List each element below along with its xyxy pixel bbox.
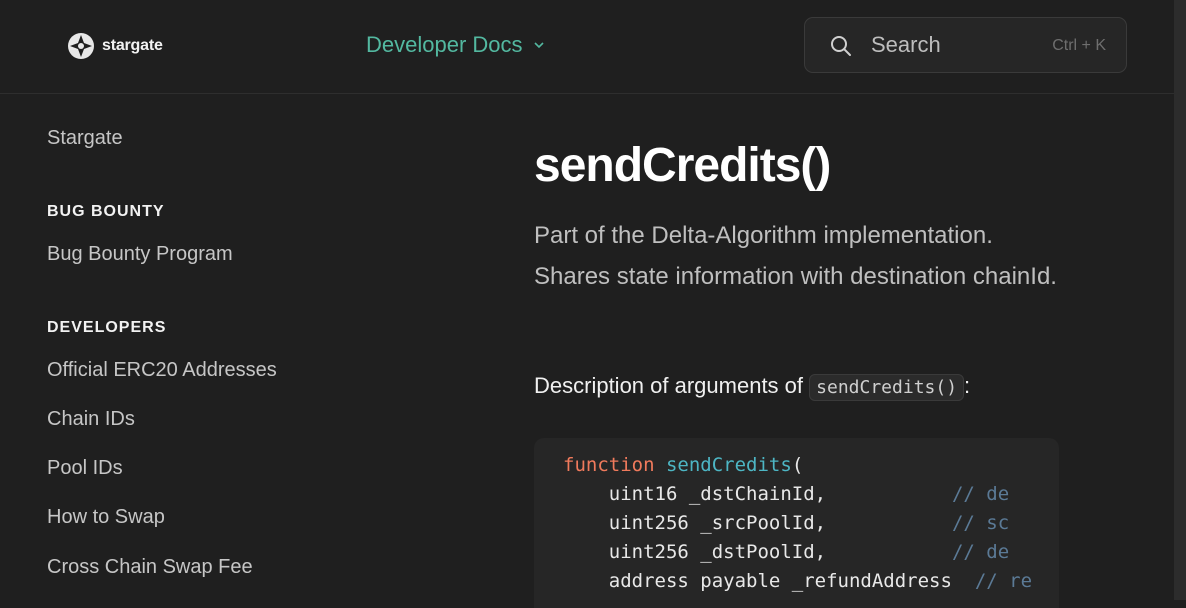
sidebar-item-erc20-addresses[interactable]: Official ERC20 Addresses (47, 359, 277, 382)
code-comment: // de (951, 541, 1010, 563)
code-comment: // sc (951, 512, 1010, 534)
arguments-intro: Description of arguments of sendCredits(… (534, 373, 971, 401)
code-comment: // re (974, 570, 1033, 592)
code-keyword: function (563, 454, 655, 476)
search-icon (831, 36, 851, 56)
code-line: uint16 _dstChainId, (563, 483, 952, 505)
top-header: stargate Developer Docs Search Ctrl + K (0, 0, 1174, 94)
search-box[interactable]: Search Ctrl + K (804, 17, 1127, 73)
chevron-down-icon (533, 42, 544, 49)
sidebar-item-cross-chain-swap-fee[interactable]: Cross Chain Swap Fee (47, 556, 253, 579)
sidebar-item-bug-bounty-program[interactable]: Bug Bounty Program (47, 243, 233, 266)
arguments-intro-suffix: : (964, 373, 971, 398)
code-line: address payable _refundAddress (563, 570, 975, 592)
sidebar-item-chain-ids[interactable]: Chain IDs (47, 408, 135, 431)
search-label: Search (871, 32, 941, 57)
sidebar-item-pool-ids[interactable]: Pool IDs (47, 457, 123, 480)
page-scrollbar[interactable] (1174, 0, 1186, 600)
docs-switcher-label: Developer Docs (366, 32, 523, 57)
page-lead: Part of the Delta-Algorithm implementati… (534, 222, 1057, 290)
code-open-paren: ( (791, 454, 804, 476)
sidebar-item-how-to-swap[interactable]: How to Swap (47, 506, 165, 529)
stargate-logo-icon (68, 33, 94, 59)
arguments-intro-text: Description of arguments of (534, 373, 804, 398)
code-comment: // de (951, 483, 1010, 505)
logo-text: stargate (102, 37, 163, 54)
docs-switcher-dropdown[interactable]: Developer Docs (366, 32, 545, 58)
code-line: uint256 _srcPoolId, (563, 512, 952, 534)
code-block[interactable]: function sendCredits( uint16 _dstChainId… (534, 438, 1059, 608)
code-function-name: sendCredits (665, 454, 792, 476)
inline-code: sendCredits() (809, 374, 965, 401)
stargate-logo[interactable]: stargate (67, 32, 163, 60)
sidebar-item-stargate[interactable]: Stargate (47, 127, 123, 150)
page-title: sendCredits() (534, 139, 831, 192)
sidebar-heading-bug-bounty: BUG BOUNTY (47, 203, 165, 220)
code-line: uint256 _dstPoolId, (563, 541, 952, 563)
sidebar-heading-developers: DEVELOPERS (47, 319, 167, 336)
code-content: function sendCredits( uint16 _dstChainId… (563, 451, 1032, 596)
search-shortcut: Ctrl + K (1052, 37, 1106, 54)
